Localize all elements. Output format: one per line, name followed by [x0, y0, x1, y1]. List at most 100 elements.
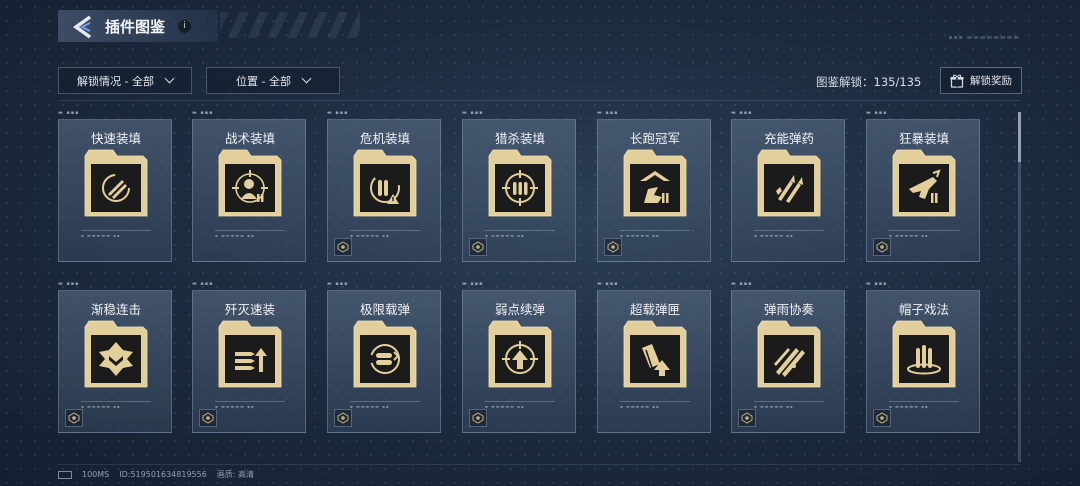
plugin-card[interactable]: ▬ ▪▪▪ 充能弹药 ▪ ▬▬▬▬▬ ▪▪ [731, 110, 845, 262]
unlock-filter-dropdown[interactable]: 解锁情况 - 全部 [58, 67, 192, 94]
card-foot-decoration: ▪ ▬▬▬▬▬ ▪▪ [350, 233, 390, 238]
card-name: 弹雨协奏 [763, 302, 814, 317]
card-folder [488, 149, 552, 217]
card-body: 战术装填 ▪ ▬▬▬▬▬ ▪▪ [192, 119, 306, 262]
card-foot-decoration: ▪ ▬▬▬▬▬ ▪▪ [81, 404, 121, 409]
card-tab-decoration: ▬ ▪▪▪ [192, 281, 214, 287]
top-decoration: ▪▪▪ ▬▬▬▬▬▬▬▬ [948, 34, 1020, 41]
plugin-card[interactable]: ▬ ▪▪▪ 歼灭速装 ▪ ▬▬▬▬▬ ▪▪ [192, 281, 306, 433]
card-divider [350, 401, 420, 402]
card-tab-decoration: ▬ ▪▪▪ [192, 110, 214, 116]
card-folder [488, 320, 552, 388]
card-divider [215, 401, 285, 402]
card-tab-decoration: ▬ ▪▪▪ [462, 281, 484, 287]
plugin-card[interactable]: ▬ ▪▪▪ 战术装填 ▪ ▬▬▬▬▬ ▪▪ [192, 110, 306, 262]
scrollbar-track[interactable] [1018, 112, 1021, 462]
card-foot-decoration: ▪ ▬▬▬▬▬ ▪▪ [889, 404, 929, 409]
card-folder [892, 149, 956, 217]
card-folder [757, 320, 821, 388]
card-tab-decoration: ▬ ▪▪▪ [597, 110, 619, 116]
card-divider [485, 401, 555, 402]
rarity-badge [604, 238, 622, 256]
card-divider [620, 230, 690, 231]
card-folder [218, 320, 282, 388]
card-body: 帽子戏法 ▪ ▬▬▬▬▬ ▪▪ [866, 290, 980, 433]
plugin-card[interactable]: ▬ ▪▪▪ 帽子戏法 ▪ ▬▬▬▬▬ ▪▪ [866, 281, 980, 433]
rarity-badge [199, 409, 217, 427]
plugin-card[interactable]: ▬ ▪▪▪ 狂暴装填 ▪ ▬▬▬▬▬ ▪▪ [866, 110, 980, 262]
card-body: 长跑冠军 ▪ ▬▬▬▬▬ ▪▪ [597, 119, 711, 262]
shield-badge-icon [472, 241, 484, 253]
card-body: 弹雨协奏 ▪ ▬▬▬▬▬ ▪▪ [731, 290, 845, 433]
card-folder [623, 149, 687, 217]
card-foot-decoration: ▪ ▬▬▬▬▬ ▪▪ [485, 404, 525, 409]
card-divider [754, 401, 824, 402]
card-body: 狂暴装填 ▪ ▬▬▬▬▬ ▪▪ [866, 119, 980, 262]
unlock-count-label: 图鉴解锁： [816, 75, 874, 89]
card-name: 超载弹匣 [629, 302, 680, 317]
plugin-card[interactable]: ▬ ▪▪▪ 猎杀装填 ▪ ▬▬▬▬▬ ▪▪ [462, 110, 576, 262]
card-body: 极限载弹 ▪ ▬▬▬▬▬ ▪▪ [327, 290, 441, 433]
plugin-card[interactable]: ▬ ▪▪▪ 渐稳连击 ▪ ▬▬▬▬▬ ▪▪ [58, 281, 172, 433]
plugin-card[interactable]: ▬ ▪▪▪ 危机装填 ▪ ▬▬▬▬▬ ▪▪ [327, 110, 441, 262]
shield-badge-icon [472, 412, 484, 424]
card-body: 歼灭速装 ▪ ▬▬▬▬▬ ▪▪ [192, 290, 306, 433]
card-divider [889, 230, 959, 231]
card-tab-decoration: ▬ ▪▪▪ [327, 110, 349, 116]
plugin-card[interactable]: ▬ ▪▪▪ 弱点续弹 ▪ ▬▬▬▬▬ ▪▪ [462, 281, 576, 433]
ping-text: 100MS [82, 470, 110, 479]
card-name: 狂暴装填 [898, 131, 949, 146]
position-filter-label: 位置 - 全部 [236, 74, 291, 88]
scrollbar-thumb[interactable] [1018, 112, 1021, 162]
rarity-badge [334, 238, 352, 256]
card-body: 快速装填 ▪ ▬▬▬▬▬ ▪▪ [58, 119, 172, 262]
unlock-count-value: 135/135 [873, 75, 922, 89]
card-tab-decoration: ▬ ▪▪▪ [866, 281, 888, 287]
card-tab-decoration: ▬ ▪▪▪ [866, 110, 888, 116]
card-name: 快速装填 [90, 131, 141, 146]
card-body: 危机装填 ▪ ▬▬▬▬▬ ▪▪ [327, 119, 441, 262]
shield-badge-icon [876, 241, 888, 253]
card-tab-decoration: ▬ ▪▪▪ [462, 110, 484, 116]
position-filter-dropdown[interactable]: 位置 - 全部 [206, 67, 340, 94]
header-decoration [220, 12, 360, 38]
card-tab-decoration: ▬ ▪▪▪ [327, 281, 349, 287]
plugin-card[interactable]: ▬ ▪▪▪ 弹雨协奏 ▪ ▬▬▬▬▬ ▪▪ [731, 281, 845, 433]
card-folder [892, 320, 956, 388]
card-foot-decoration: ▪ ▬▬▬▬▬ ▪▪ [754, 404, 794, 409]
shield-badge-icon [68, 412, 80, 424]
card-divider [485, 230, 555, 231]
card-folder [353, 149, 417, 217]
card-body: 弱点续弹 ▪ ▬▬▬▬▬ ▪▪ [462, 290, 576, 433]
card-folder [218, 149, 282, 217]
divider [58, 100, 1020, 101]
plugin-card[interactable]: ▬ ▪▪▪ 极限载弹 ▪ ▬▬▬▬▬ ▪▪ [327, 281, 441, 433]
card-name: 充能弹药 [763, 131, 814, 146]
chevron-down-icon [164, 73, 175, 84]
card-foot-decoration: ▪ ▬▬▬▬▬ ▪▪ [350, 404, 390, 409]
unlock-reward-label: 解锁奖励 [970, 75, 1012, 87]
quality-text: 画质: 高清 [216, 470, 255, 479]
page-title: 插件图鉴 [105, 18, 166, 36]
plugin-card[interactable]: ▬ ▪▪▪ 长跑冠军 ▪ ▬▬▬▬▬ ▪▪ [597, 110, 711, 262]
shield-badge-icon [741, 412, 753, 424]
card-name: 极限载弹 [359, 302, 410, 317]
rarity-badge [469, 409, 487, 427]
card-name: 渐稳连击 [90, 302, 141, 317]
plugin-card[interactable]: ▬ ▪▪▪ 快速装填 ▪ ▬▬▬▬▬ ▪▪ [58, 110, 172, 262]
unlock-count: 图鉴解锁：135/135 [816, 74, 921, 90]
card-divider [81, 401, 151, 402]
card-foot-decoration: ▪ ▬▬▬▬▬ ▪▪ [620, 404, 660, 409]
info-icon[interactable]: i [178, 20, 191, 33]
plugin-card[interactable]: ▬ ▪▪▪ 超载弹匣 ▪ ▬▬▬▬▬ ▪▪ [597, 281, 711, 433]
card-folder [84, 149, 148, 217]
card-body: 渐稳连击 ▪ ▬▬▬▬▬ ▪▪ [58, 290, 172, 433]
card-tab-decoration: ▬ ▪▪▪ [731, 281, 753, 287]
shield-badge-icon [337, 241, 349, 253]
rarity-badge [469, 238, 487, 256]
back-arrow-icon[interactable] [70, 14, 96, 40]
card-name: 猎杀装填 [494, 131, 545, 146]
unlock-reward-button[interactable]: 解锁奖励 [940, 67, 1022, 94]
gift-icon [950, 74, 964, 88]
shield-badge-icon [607, 241, 619, 253]
